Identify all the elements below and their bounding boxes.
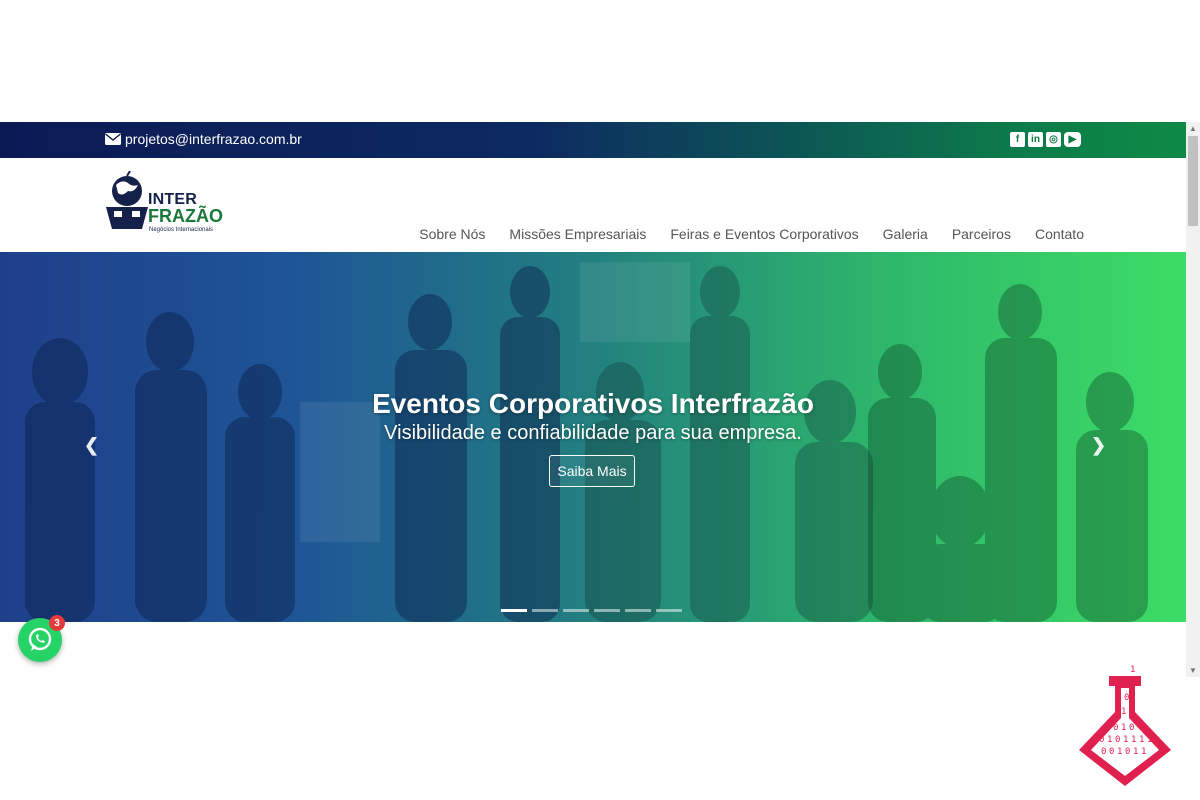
saiba-mais-button[interactable]: Saiba Mais (549, 455, 635, 487)
flask-bit: 0 (1101, 747, 1106, 757)
globe-ship-logo-icon (106, 171, 148, 229)
flask-bit: 1 (1123, 735, 1128, 745)
email-link[interactable]: projetos@interfrazao.com.br (105, 131, 302, 147)
flask-bit: 1 (1107, 735, 1112, 745)
flask-bit: 0 (1115, 735, 1120, 745)
flask-bit: 0 (1129, 723, 1134, 733)
flask-bit: 1 (1121, 707, 1126, 717)
flask-bit: 1 (1130, 665, 1135, 675)
flask-bit: 1 (1139, 735, 1144, 745)
carousel-indicator[interactable] (563, 609, 589, 612)
email-text: projetos@interfrazao.com.br (125, 131, 302, 147)
nav-sobre-nos[interactable]: Sobre Nós (419, 226, 485, 242)
site-logo[interactable]: INTER FRAZÃO Negócios Internacionais (104, 171, 224, 241)
hero-title: Eventos Corporativos Interfrazão (372, 388, 814, 419)
nav-feiras-eventos[interactable]: Feiras e Eventos Corporativos (670, 226, 858, 242)
carousel-indicator[interactable] (501, 609, 527, 612)
flask-bit: 1 (1132, 679, 1137, 689)
facebook-icon[interactable]: f (1010, 132, 1025, 147)
hero-carousel[interactable]: Eventos Corporativos Interfrazão Visibil… (0, 252, 1186, 622)
nav-contato[interactable]: Contato (1035, 226, 1084, 242)
scrollbar-thumb[interactable] (1188, 136, 1198, 226)
flask-bit: 1 (1133, 747, 1138, 757)
scroll-up-arrow-icon[interactable]: ▲ (1186, 124, 1200, 133)
chevron-left-icon[interactable]: ❮ (84, 435, 99, 456)
whatsapp-icon (28, 627, 52, 651)
flask-bit: 0 (1124, 693, 1129, 703)
site-header: INTER FRAZÃO Negócios Internacionais Sob… (0, 158, 1186, 252)
carousel-indicator[interactable] (532, 609, 558, 612)
website-frame: projetos@interfrazao.com.br f in ◎ ▶ INT… (0, 122, 1186, 677)
logo-tagline: Negócios Internacionais (149, 227, 214, 233)
flask-bit: 1 (1147, 735, 1152, 745)
nav-parceiros[interactable]: Parceiros (952, 226, 1011, 242)
envelope-icon (105, 133, 121, 145)
youtube-icon[interactable]: ▶ (1064, 132, 1081, 147)
social-links: f in ◎ ▶ (1010, 132, 1081, 147)
carousel-indicator[interactable] (594, 609, 620, 612)
flask-bit: 0 (1125, 747, 1130, 757)
scroll-down-arrow-icon[interactable]: ▼ (1186, 666, 1200, 675)
flask-bit: 0 (1113, 723, 1118, 733)
chevron-right-icon[interactable]: ❯ (1091, 435, 1106, 456)
notification-badge: 3 (49, 615, 65, 631)
main-nav: Sobre Nós Missões Empresariais Feiras e … (419, 226, 1084, 242)
flask-bit: 1 (1121, 723, 1126, 733)
flask-bit: 0 (1109, 747, 1114, 757)
instagram-icon[interactable]: ◎ (1046, 132, 1061, 147)
flask-bit: 1 (1141, 747, 1146, 757)
hero-subtitle: Visibilidade e confiabilidade para sua e… (384, 422, 802, 444)
logo-text-frazao: FRAZÃO (148, 206, 223, 226)
linkedin-icon[interactable]: in (1028, 132, 1043, 147)
vertical-scrollbar[interactable]: ▲ ▼ (1186, 122, 1200, 677)
flask-bit: 1 (1131, 735, 1136, 745)
carousel-indicator[interactable] (625, 609, 651, 612)
binary-flask-watermark-icon: 1 0 1 0 1 1 0 1 0 0 1 0 1 1 1 1 0 0 1 0 … (1079, 665, 1171, 786)
carousel-indicator[interactable] (656, 609, 682, 612)
flask-bit: 0 (1124, 679, 1129, 689)
flask-bit: 1 (1129, 707, 1134, 717)
carousel-indicators (501, 609, 682, 612)
nav-missoes-empresariais[interactable]: Missões Empresariais (509, 226, 646, 242)
flask-bit: 0 (1099, 735, 1104, 745)
top-bar: projetos@interfrazao.com.br f in ◎ ▶ (0, 122, 1186, 158)
nav-galeria[interactable]: Galeria (883, 226, 928, 242)
flask-bit: 1 (1117, 747, 1122, 757)
